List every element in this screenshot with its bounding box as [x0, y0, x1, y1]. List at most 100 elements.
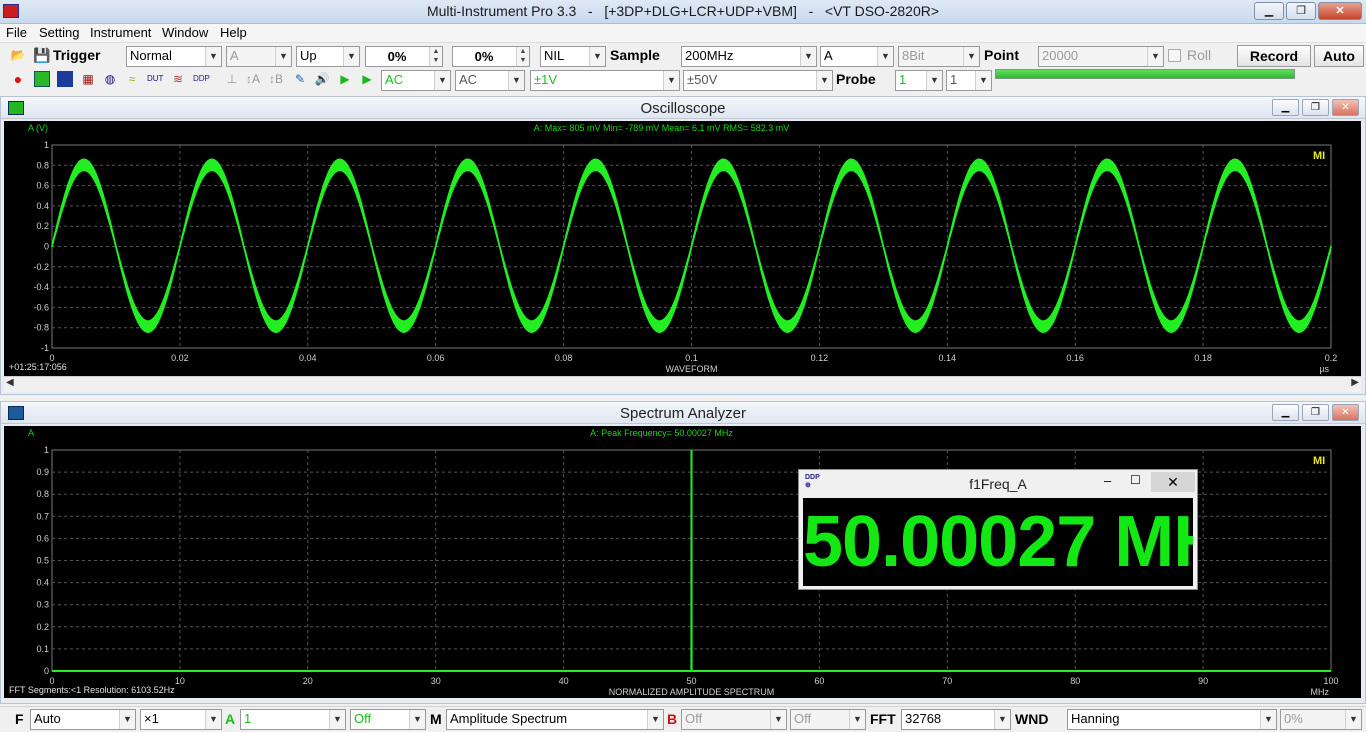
- menu-window[interactable]: Window: [162, 25, 208, 40]
- close-icon[interactable]: ✕: [1151, 472, 1195, 492]
- coupling-b-select[interactable]: AC ▼: [455, 70, 525, 91]
- y-tick-label: -0.6: [33, 302, 49, 312]
- a-off-select[interactable]: Off ▼: [350, 709, 426, 730]
- chevron-down-icon: ▼: [205, 47, 221, 66]
- signal-generator-icon[interactable]: ≈: [124, 71, 140, 87]
- x-tick-label: 0.14: [939, 353, 957, 363]
- pretrigger-spinner[interactable]: 0% ▲ ▼: [452, 46, 530, 67]
- menu-help[interactable]: Help: [220, 25, 247, 40]
- sample-rate-value: 200MHz: [685, 48, 734, 63]
- y-axis-label: A (V): [28, 123, 48, 133]
- probe-a-select[interactable]: 1 ▼: [895, 70, 943, 91]
- minimize-icon[interactable]: ▁: [1254, 2, 1284, 20]
- ddp-icon[interactable]: DDP: [193, 71, 210, 87]
- a-scale-select[interactable]: 1 ▼: [240, 709, 346, 730]
- chevron-down-icon: ▼: [816, 71, 832, 90]
- multimeter-icon[interactable]: ▦: [80, 71, 96, 87]
- x-tick-label: 0.1: [685, 353, 698, 363]
- close-icon[interactable]: ✕: [1318, 2, 1362, 20]
- marker-a-icon[interactable]: ↕A: [245, 71, 261, 87]
- y-tick-label: 1: [44, 140, 49, 150]
- bits-select[interactable]: 8Bit ▼: [898, 46, 980, 67]
- y-tick-label: -0.2: [33, 262, 49, 272]
- overlap-select[interactable]: 0% ▼: [1280, 709, 1362, 730]
- trigger-edge-select[interactable]: Up ▼: [296, 46, 360, 67]
- x-axis-label: WAVEFORM: [666, 364, 718, 374]
- mi-watermark: MI: [1313, 150, 1325, 162]
- spectrum-analyzer-icon[interactable]: [57, 71, 73, 87]
- probe-b-select[interactable]: 1 ▼: [946, 70, 992, 91]
- minimize-icon[interactable]: ▁: [1272, 404, 1299, 421]
- fft-size-select[interactable]: 32768 ▼: [901, 709, 1011, 730]
- b-off-select[interactable]: Off ▼: [790, 709, 866, 730]
- stats-readout: A: Max= 805 mV Min= -789 mV Mean= 6.1 mV…: [534, 123, 790, 133]
- play-icon[interactable]: ▶: [337, 71, 353, 87]
- oscilloscope-scrollbar[interactable]: ◀ ▶: [4, 376, 1361, 392]
- mode-select[interactable]: Amplitude Spectrum ▼: [446, 709, 664, 730]
- scroll-right-icon[interactable]: ▶: [1351, 377, 1359, 388]
- range-b-select[interactable]: ±50V ▼: [683, 70, 833, 91]
- auto-button[interactable]: Auto: [1314, 45, 1364, 67]
- x-tick-label: 40: [559, 676, 569, 686]
- spinner-arrows-icon[interactable]: ▲ ▼: [429, 47, 442, 66]
- spinner-arrows-icon[interactable]: ▲ ▼: [516, 47, 529, 66]
- chevron-down-icon: ▼: [963, 47, 979, 66]
- probe-a-value: 1: [899, 72, 907, 87]
- oscilloscope-icon[interactable]: [34, 71, 50, 87]
- record-dot-icon[interactable]: ●: [10, 71, 26, 87]
- frequency-range-select[interactable]: Auto ▼: [30, 709, 136, 730]
- speaker-icon[interactable]: 🔊: [314, 71, 330, 87]
- phase-plot-icon[interactable]: ◍: [102, 71, 118, 87]
- restore-icon[interactable]: ❐: [1286, 2, 1316, 20]
- trigger-mode-select[interactable]: Normal ▼: [126, 46, 222, 67]
- save-icon[interactable]: 💾: [33, 47, 50, 63]
- multiplier-select[interactable]: ×1 ▼: [140, 709, 222, 730]
- marker-b-icon[interactable]: ↕B: [268, 71, 284, 87]
- range-a-select[interactable]: ±1V ▼: [530, 70, 680, 91]
- trigger-nil-select[interactable]: NIL ▼: [540, 46, 606, 67]
- y-tick-label: 0.9: [36, 467, 49, 477]
- trigger-nil-value: NIL: [544, 48, 565, 63]
- probe-label: Probe: [836, 71, 876, 87]
- x-tick-label: 0.06: [427, 353, 445, 363]
- menu-instrument[interactable]: Instrument: [90, 25, 151, 40]
- y-tick-label: 0.5: [36, 556, 49, 566]
- restore-icon[interactable]: ❐: [1302, 404, 1329, 421]
- x-unit-label: MHz: [1311, 687, 1330, 697]
- close-icon[interactable]: ✕: [1332, 99, 1359, 116]
- record-button[interactable]: Record: [1237, 45, 1311, 67]
- menu-setting[interactable]: Setting: [39, 25, 79, 40]
- sweep-icon[interactable]: ≋: [170, 71, 186, 87]
- menu-file[interactable]: File: [6, 25, 27, 40]
- minimize-icon[interactable]: –: [1104, 473, 1111, 488]
- maximize-icon[interactable]: ☐: [1130, 473, 1141, 487]
- points-select[interactable]: 20000 ▼: [1038, 46, 1164, 67]
- restore-icon[interactable]: ❐: [1302, 99, 1329, 116]
- scroll-left-icon[interactable]: ◀: [6, 377, 14, 388]
- trigger-source-select[interactable]: A ▼: [226, 46, 292, 67]
- tools-icon[interactable]: ✎: [292, 71, 308, 87]
- y-tick-label: -0.4: [33, 282, 49, 292]
- window-function-select[interactable]: Hanning ▼: [1067, 709, 1277, 730]
- x-unit-label: µs: [1319, 364, 1329, 374]
- frequency-readout-window[interactable]: DDP⊕ f1Freq_A – ☐ ✕ 50.00027 MHz: [798, 469, 1198, 590]
- open-folder-icon[interactable]: 📂: [10, 47, 26, 63]
- channel-select[interactable]: A ▼: [820, 46, 894, 67]
- spectrum-settings-bar: F Auto ▼ ×1 ▼ A 1 ▼ Off ▼ M Amplitude Spectr…: [0, 706, 1366, 732]
- chevron-down-icon: ▼: [508, 71, 524, 90]
- minimize-icon[interactable]: ▁: [1272, 99, 1299, 116]
- cursor-icon[interactable]: ⊥: [224, 71, 240, 87]
- dut-icon[interactable]: DUT: [147, 71, 163, 87]
- close-icon[interactable]: ✕: [1332, 404, 1359, 421]
- chevron-down-icon: ▼: [1147, 47, 1163, 66]
- oscilloscope-display[interactable]: 0 0.02 0.04 0.06 0.08 0.1 0.12 0.14 0.16 0.18 0.2 1…: [4, 121, 1361, 376]
- coupling-a-select[interactable]: AC ▼: [381, 70, 451, 91]
- play-once-icon[interactable]: ▶: [359, 71, 375, 87]
- input-level-meter: [995, 69, 1295, 79]
- overlap-value: 0%: [1284, 711, 1303, 726]
- roll-checkbox[interactable]: [1168, 49, 1181, 62]
- sample-rate-select[interactable]: 200MHz ▼: [681, 46, 817, 67]
- y-tick-label: 0.2: [36, 221, 49, 231]
- b-scale-select[interactable]: Off ▼: [681, 709, 787, 730]
- trigger-level-spinner[interactable]: 0% ▲ ▼: [365, 46, 443, 67]
